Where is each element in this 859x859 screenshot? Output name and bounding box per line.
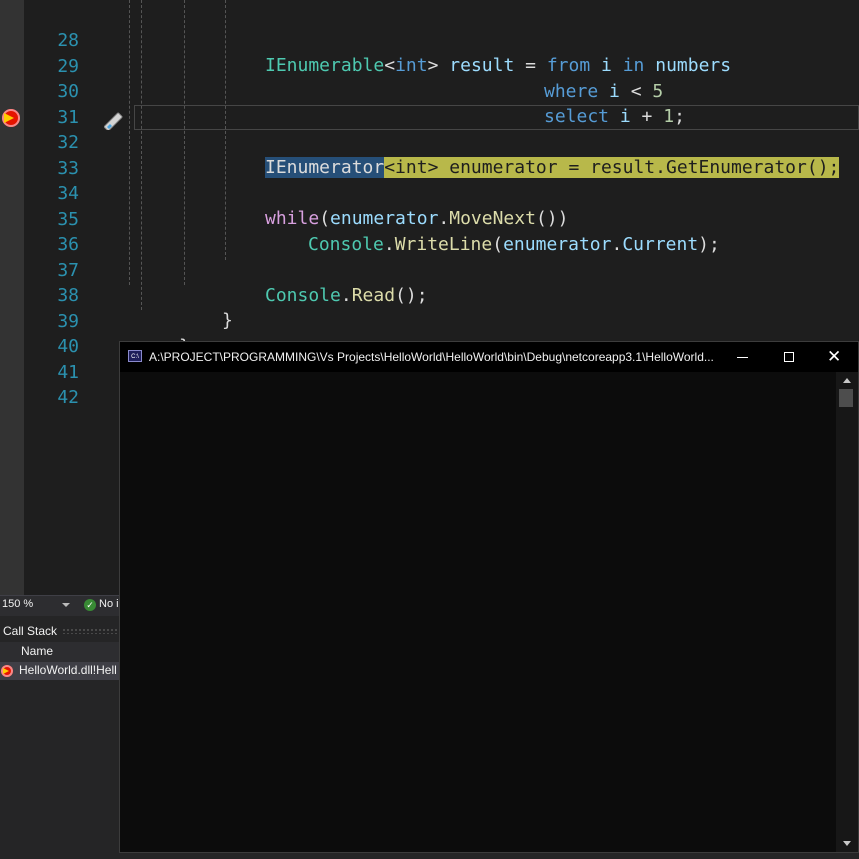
maximize-icon xyxy=(784,352,794,362)
scroll-down-icon[interactable] xyxy=(843,841,851,846)
breakpoint-margin[interactable] xyxy=(0,0,24,595)
scroll-up-icon[interactable] xyxy=(843,378,851,383)
code-line-38: 38 } xyxy=(24,258,859,331)
zoom-level[interactable]: 150 % xyxy=(2,598,33,610)
scrollbar-thumb[interactable] xyxy=(839,389,853,407)
console-title-bar[interactable]: C:\ A:\PROJECT\PROGRAMMING\Vs Projects\H… xyxy=(120,342,858,372)
code-line-37: 37 Console.Read(); xyxy=(24,233,859,306)
current-statement-arrow-icon xyxy=(3,668,9,674)
current-statement-arrow-icon xyxy=(4,113,14,123)
call-stack-title[interactable]: Call Stack xyxy=(3,624,57,638)
check-circle-icon: ✓ xyxy=(84,599,96,611)
close-icon: ✕ xyxy=(827,347,842,366)
column-header-name[interactable]: Name xyxy=(21,644,53,658)
code-line-29: 29 where i < 5 xyxy=(24,29,859,102)
code-line-36: 36 xyxy=(24,207,859,255)
issues-indicator[interactable]: No i xyxy=(99,598,119,610)
code-line-31: 31 xyxy=(24,80,859,128)
console-output[interactable] xyxy=(120,372,836,852)
chevron-down-icon[interactable] xyxy=(62,603,70,607)
code-line-32-current: 32 IEnumerator<int> enumerator = result.… xyxy=(24,105,859,178)
minimize-button[interactable] xyxy=(720,342,766,372)
code-line-40: 40 } xyxy=(24,309,859,382)
code-line-39: 39 } xyxy=(24,284,859,357)
console-app-icon: C:\ xyxy=(128,350,142,362)
minimize-icon xyxy=(737,357,748,358)
code-line-30: 30 select i + 1; xyxy=(24,54,859,127)
close-button[interactable]: ✕ xyxy=(812,342,858,372)
line-number: 42 xyxy=(57,387,79,408)
code-line-28: 28 IEnumerable<int> result = from i in n… xyxy=(24,3,859,76)
code-line-33: 33 xyxy=(24,131,859,179)
console-title: A:\PROJECT\PROGRAMMING\Vs Projects\Hello… xyxy=(149,350,714,364)
console-window[interactable]: C:\ A:\PROJECT\PROGRAMMING\Vs Projects\H… xyxy=(119,341,859,853)
maximize-button[interactable] xyxy=(766,342,812,372)
call-stack-frame[interactable]: HelloWorld.dll!Hell xyxy=(19,663,117,677)
code-line-35: 35 Console.WriteLine(enumerator.Current)… xyxy=(24,182,859,255)
code-line-34: 34 while(enumerator.MoveNext()) xyxy=(24,156,859,229)
console-scrollbar[interactable] xyxy=(836,372,858,852)
panel-grip[interactable] xyxy=(62,628,119,634)
